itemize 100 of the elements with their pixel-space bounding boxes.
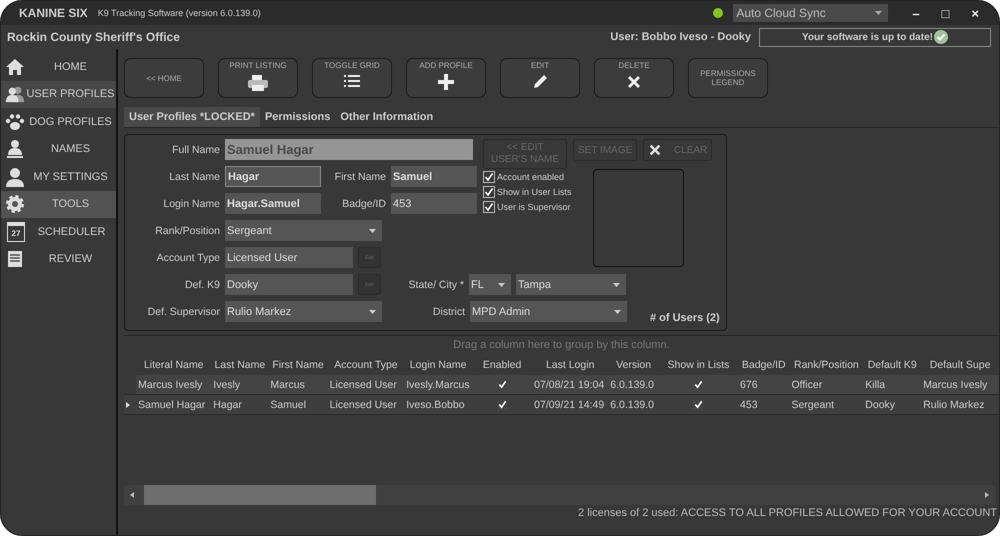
field-label: Full Name: [171, 144, 220, 156]
table-cell: 07/08/21 19:04: [532, 375, 608, 394]
column-header[interactable]: Show in Lists: [658, 354, 738, 375]
sidebar-item[interactable]: MY SETTINGS: [1, 163, 116, 190]
check-icon: [934, 30, 948, 44]
column-header[interactable]: Literal Name: [136, 354, 212, 375]
first-name-field[interactable]: Samuel: [391, 166, 477, 187]
field-label: Def. Supervisor: [146, 306, 220, 318]
full-name-field[interactable]: Samuel Hagar: [225, 139, 473, 160]
caret-icon: [613, 282, 620, 286]
horizontal-scrollbar[interactable]: [124, 485, 995, 505]
table-cell: Marcus: [268, 375, 328, 394]
account-type-field[interactable]: Licensed User: [225, 247, 353, 268]
table-cell: Iveso.Bobbo: [404, 394, 472, 414]
field-label: Badge/ID: [341, 198, 386, 210]
scroll-left-icon[interactable]: [130, 492, 134, 498]
sidebar-item[interactable]: USER PROFILES: [1, 80, 116, 108]
person-icon: [5, 166, 25, 187]
table-cell: Licensed User: [328, 375, 404, 394]
checkbox-label[interactable]: Show in User Lists: [497, 187, 572, 197]
sidebar-item[interactable]: TOOLS: [1, 190, 116, 218]
column-header[interactable]: First Name: [268, 354, 328, 375]
city-dropdown[interactable]: Tampa: [516, 274, 626, 295]
column-header[interactable]: Default K9: [863, 354, 922, 375]
calendar-icon: 27: [7, 222, 25, 242]
sidebar-item[interactable]: NAMES: [1, 136, 116, 163]
field-label: Login Name: [162, 198, 220, 210]
toolbar-button[interactable]: PERMISSIONS LEGEND: [688, 58, 768, 98]
column-header[interactable]: Default Supe: [921, 354, 999, 375]
pencil-icon: [532, 74, 548, 90]
field-label: First Name: [334, 170, 386, 182]
sidebar-item[interactable]: 27 SCHEDULER: [1, 218, 116, 246]
column-header[interactable]: Account Type: [328, 354, 404, 375]
tab[interactable]: User Profiles *LOCKED*: [124, 107, 260, 127]
column-header[interactable]: Login Name: [404, 354, 472, 375]
toolbar-button[interactable]: EDIT: [500, 58, 580, 98]
window-title: K9 Tracking Software (version 6.0.139.0): [98, 8, 261, 18]
checkbox-label[interactable]: User is Supervisor: [497, 202, 571, 212]
toolbar-button[interactable]: << HOME: [124, 58, 204, 98]
column-header[interactable]: Last Login: [532, 354, 608, 375]
caret-icon: [369, 310, 376, 314]
state-dropdown[interactable]: FL: [469, 274, 511, 295]
toolbar-button[interactable]: TOGGLE GRID: [312, 58, 392, 98]
toolbar-button[interactable]: ADD PROFILE: [406, 58, 486, 98]
row-indicator[interactable]: [124, 394, 136, 414]
last-name-field[interactable]: Hagar: [225, 166, 321, 187]
tab[interactable]: Permissions: [260, 107, 336, 127]
checkbox[interactable]: [483, 186, 495, 198]
maximize-button[interactable]: □: [936, 6, 956, 20]
field-label: Def. K9: [184, 278, 220, 290]
printer-icon: [246, 74, 270, 92]
table-cell: Hagar: [211, 394, 268, 414]
current-user: User: Bobbo Iveso - Dooky: [610, 31, 751, 43]
toolbar-button[interactable]: PRINT LISTING: [218, 58, 298, 98]
sidebar-item[interactable]: HOME: [1, 53, 116, 80]
gear-icon: [5, 194, 25, 214]
delete-icon: [648, 143, 662, 157]
table-cell: 6.0.139.0: [608, 394, 659, 414]
users-icon: [5, 85, 25, 104]
minimize-button[interactable]: –: [906, 6, 926, 20]
person-icon: [5, 139, 25, 160]
caret-icon: [614, 310, 621, 314]
table-cell: Ivesly.Marcus: [404, 375, 472, 394]
column-header[interactable]: Last Name: [211, 354, 268, 375]
table-cell: 07/09/21 14:49: [532, 394, 608, 414]
tab[interactable]: Other Information: [335, 107, 438, 127]
list-icon: [344, 74, 360, 88]
app-name: KANINE SIX: [19, 6, 88, 20]
table-cell: Marcus Ivesly: [921, 375, 999, 394]
sidebar-item[interactable]: REVIEW: [1, 246, 116, 273]
column-header[interactable]: Version: [608, 354, 659, 375]
toolbar-button[interactable]: DELETE: [594, 58, 674, 98]
update-status: Your software is up to date!: [759, 28, 991, 46]
table-cell: Rulio Markez: [921, 394, 999, 414]
rank-dropdown[interactable]: Sergeant: [225, 220, 382, 241]
column-header[interactable]: Enabled: [472, 354, 532, 375]
column-header[interactable]: Rank/Position: [789, 354, 864, 375]
close-button[interactable]: ×: [965, 6, 985, 20]
checkbox-label[interactable]: Account enabled: [497, 172, 564, 182]
table-cell: Killa: [863, 375, 922, 394]
sidebar-item[interactable]: DOG PROFILES: [1, 108, 116, 136]
badge-field[interactable]: 453: [391, 193, 477, 214]
plus-icon: [438, 74, 454, 90]
checkbox[interactable]: [483, 201, 495, 213]
status-text: 2 licenses of 2 used: ACCESS TO ALL PROFILES ALLOWED FOR YOUR ACCOUNT: [577, 506, 998, 519]
office-name: Rockin County Sheriff's Office: [7, 30, 180, 44]
delete-icon: [626, 74, 642, 90]
sync-dropdown[interactable]: Auto Cloud Sync: [733, 4, 888, 22]
table-cell: 6.0.139.0: [608, 375, 659, 394]
supervisor-dropdown[interactable]: Rulio Markez: [225, 301, 382, 322]
home-icon: [5, 58, 25, 76]
caret-icon: [369, 228, 376, 232]
paw-icon: [5, 112, 25, 131]
login-name-field[interactable]: Hagar.Samuel: [225, 193, 321, 214]
user-count: # of Users (2): [650, 312, 720, 324]
column-header[interactable]: Badge/ID: [738, 354, 790, 375]
checkbox[interactable]: [483, 171, 495, 183]
district-dropdown[interactable]: MPD Admin: [470, 301, 627, 322]
default-k9-field[interactable]: Dooky: [225, 274, 353, 295]
scroll-right-icon[interactable]: [985, 492, 989, 498]
